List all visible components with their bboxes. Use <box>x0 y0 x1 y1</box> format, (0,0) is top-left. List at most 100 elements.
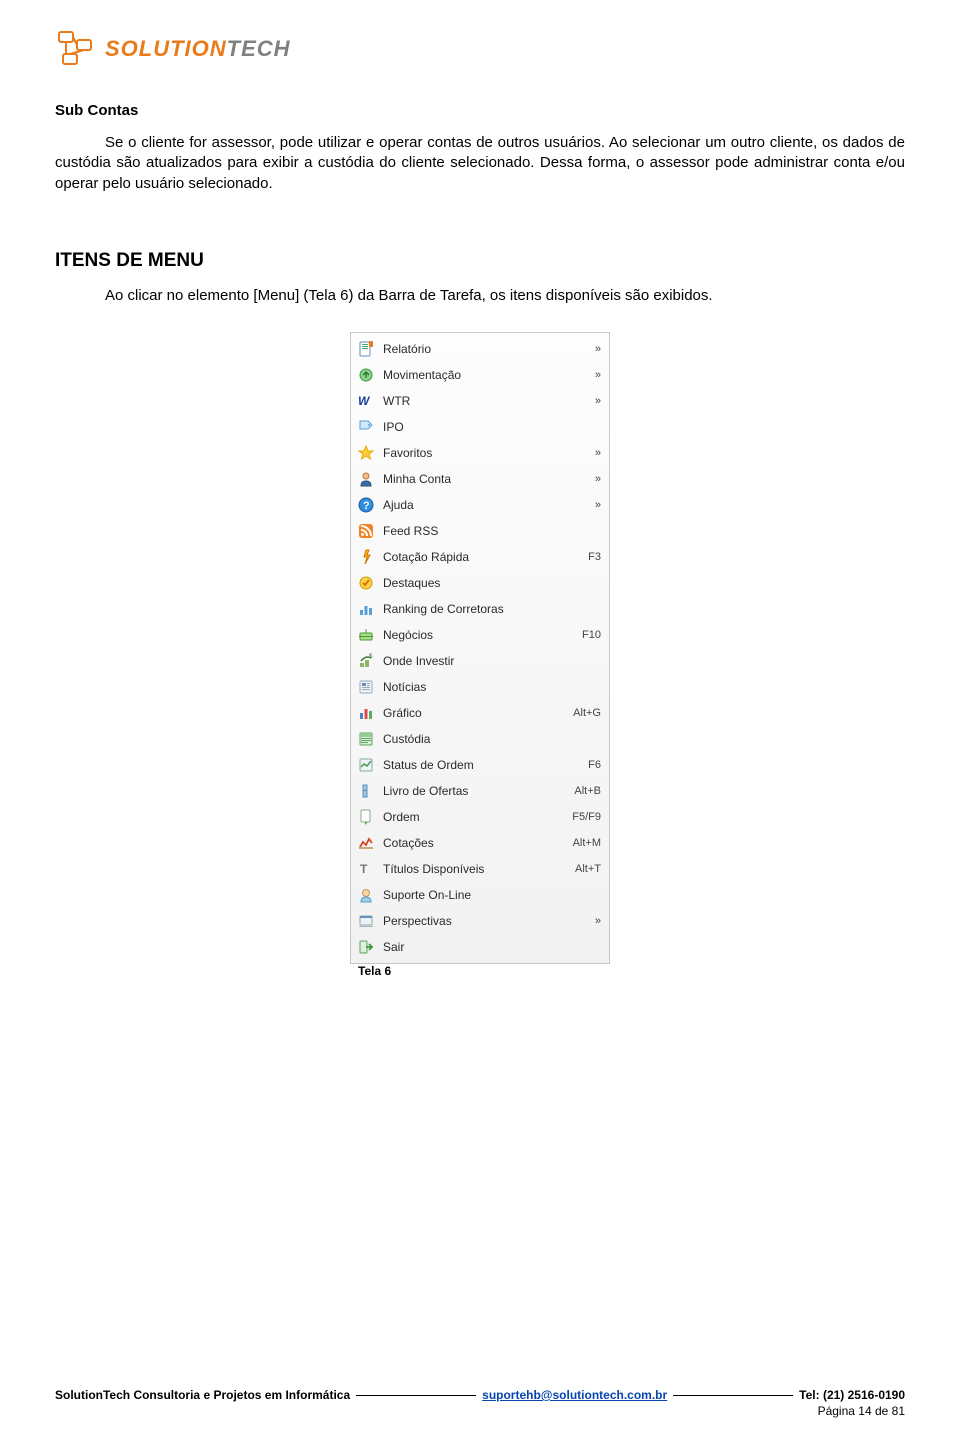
menu-item-label: Feed RSS <box>383 524 593 538</box>
heading-itens-de-menu: ITENS DE MENU <box>55 250 905 272</box>
menu-item-relato-rio[interactable]: Relatório » <box>351 336 609 362</box>
menu-item-shortcut: F5/F9 <box>572 811 601 823</box>
figure-caption: Tela 6 <box>350 964 610 978</box>
menu-item-label: Movimentação <box>383 368 587 382</box>
star-icon <box>357 444 375 462</box>
menu-item-label: Livro de Ofertas <box>383 784 566 798</box>
menu-item-label: Títulos Disponíveis <box>383 862 567 876</box>
available-titles-icon: T <box>357 860 375 878</box>
menu-item-label: Suporte On-Line <box>383 888 593 902</box>
menu-item-label: Perspectivas <box>383 914 587 928</box>
menu-item-custo-dia[interactable]: Custódia <box>351 726 609 752</box>
business-icon <box>357 626 375 644</box>
menu-item-label: Custódia <box>383 732 593 746</box>
menu-item-shortcut: » <box>595 473 601 485</box>
invest-icon: $ <box>357 652 375 670</box>
menu-item-ipo[interactable]: IPO <box>351 414 609 440</box>
svg-text:$: $ <box>369 654 373 660</box>
footer-email[interactable]: suportehb@solutiontech.com.br <box>482 1388 667 1402</box>
menu-item-shortcut: Alt+B <box>574 785 601 797</box>
paragraph-sub-contas: Se o cliente for assessor, pode utilizar… <box>55 133 905 194</box>
menu-item-label: IPO <box>383 420 593 434</box>
menu-item-label: Negócios <box>383 628 574 642</box>
menu-item-shortcut: Alt+M <box>573 837 601 849</box>
menu-panel: Relatório»Movimentação»WWTR»IPOFavoritos… <box>350 332 610 964</box>
menu-item-onde-investir[interactable]: $ Onde Investir <box>351 648 609 674</box>
order-icon <box>357 808 375 826</box>
menu-item-ajuda[interactable]: ? Ajuda » <box>351 492 609 518</box>
menu-item-shortcut: F10 <box>582 629 601 641</box>
svg-text:?: ? <box>363 500 370 512</box>
menu-item-status-de-ordem[interactable]: Status de Ordem F6 <box>351 752 609 778</box>
menu-item-suporte-on-line[interactable]: Suporte On-Line <box>351 882 609 908</box>
custody-icon <box>357 730 375 748</box>
menu-item-label: Minha Conta <box>383 472 587 486</box>
order-status-icon <box>357 756 375 774</box>
menu-item-label: Ajuda <box>383 498 587 512</box>
logo: SOLUTIONTECH <box>55 30 905 68</box>
menu-item-label: Notícias <box>383 680 593 694</box>
support-icon <box>357 886 375 904</box>
menu-item-shortcut: » <box>595 343 601 355</box>
wtr-icon: W <box>357 392 375 410</box>
menu-item-feed-rss[interactable]: Feed RSS <box>351 518 609 544</box>
menu-item-perspectivas[interactable]: Perspectivas » <box>351 908 609 934</box>
logo-text: SOLUTIONTECH <box>105 36 291 62</box>
menu-item-shortcut: F6 <box>588 759 601 771</box>
footer-page-number: Página 14 de 81 <box>55 1404 905 1418</box>
footer-rule-right <box>673 1384 793 1396</box>
menu-item-label: Status de Ordem <box>383 758 580 772</box>
menu-item-gra-fico[interactable]: Gráfico Alt+G <box>351 700 609 726</box>
svg-text:W: W <box>358 394 371 408</box>
user-account-icon <box>357 470 375 488</box>
menu-item-shortcut: » <box>595 447 601 459</box>
logo-icon <box>55 30 97 68</box>
chart-icon <box>357 704 375 722</box>
menu-item-minha-conta[interactable]: Minha Conta » <box>351 466 609 492</box>
heading-sub-contas: Sub Contas <box>55 102 905 119</box>
menu-item-label: Sair <box>383 940 593 954</box>
menu-item-sair[interactable]: Sair <box>351 934 609 960</box>
menu-item-label: Cotação Rápida <box>383 550 580 564</box>
order-book-icon <box>357 782 375 800</box>
menu-item-label: Destaques <box>383 576 593 590</box>
help-icon: ? <box>357 496 375 514</box>
paragraph-itens-de-menu: Ao clicar no elemento [Menu] (Tela 6) da… <box>55 286 905 306</box>
menu-item-shortcut: » <box>595 369 601 381</box>
menu-item-movimentac-a-o[interactable]: Movimentação » <box>351 362 609 388</box>
menu-item-shortcut: » <box>595 499 601 511</box>
svg-text:T: T <box>360 862 368 876</box>
menu-item-shortcut: » <box>595 915 601 927</box>
menu-item-label: Gráfico <box>383 706 565 720</box>
rss-icon <box>357 522 375 540</box>
ranking-icon <box>357 600 375 618</box>
menu-item-shortcut: Alt+T <box>575 863 601 875</box>
movement-icon <box>357 366 375 384</box>
menu-item-destaques[interactable]: Destaques <box>351 570 609 596</box>
menu-item-shortcut: Alt+G <box>573 707 601 719</box>
highlights-icon <box>357 574 375 592</box>
menu-item-favoritos[interactable]: Favoritos » <box>351 440 609 466</box>
menu-item-nego-cios[interactable]: Negócios F10 <box>351 622 609 648</box>
menu-item-ranking-de-corretoras[interactable]: Ranking de Corretoras <box>351 596 609 622</box>
menu-item-label: Onde Investir <box>383 654 593 668</box>
menu-item-noti-cias[interactable]: Notícias <box>351 674 609 700</box>
menu-item-label: Favoritos <box>383 446 587 460</box>
menu-item-shortcut: » <box>595 395 601 407</box>
footer-company: SolutionTech Consultoria e Projetos em I… <box>55 1388 350 1402</box>
news-icon <box>357 678 375 696</box>
menu-item-livro-de-ofertas[interactable]: Livro de Ofertas Alt+B <box>351 778 609 804</box>
exit-icon <box>357 938 375 956</box>
footer-phone: Tel: (21) 2516-0190 <box>799 1388 905 1402</box>
quotes-icon <box>357 834 375 852</box>
menu-item-ti-tulos-disponi-veis[interactable]: T Títulos Disponíveis Alt+T <box>351 856 609 882</box>
menu-item-label: Relatório <box>383 342 587 356</box>
menu-item-ordem[interactable]: Ordem F5/F9 <box>351 804 609 830</box>
quick-quote-icon <box>357 548 375 566</box>
menu-item-label: Ordem <box>383 810 564 824</box>
page-footer: SolutionTech Consultoria e Projetos em I… <box>55 1388 905 1418</box>
footer-rule-left <box>356 1384 476 1396</box>
menu-item-wtr[interactable]: WWTR» <box>351 388 609 414</box>
menu-item-cotac-o-es[interactable]: CotaçõesAlt+M <box>351 830 609 856</box>
menu-item-cotac-a-o-ra-pida[interactable]: Cotação RápidaF3 <box>351 544 609 570</box>
